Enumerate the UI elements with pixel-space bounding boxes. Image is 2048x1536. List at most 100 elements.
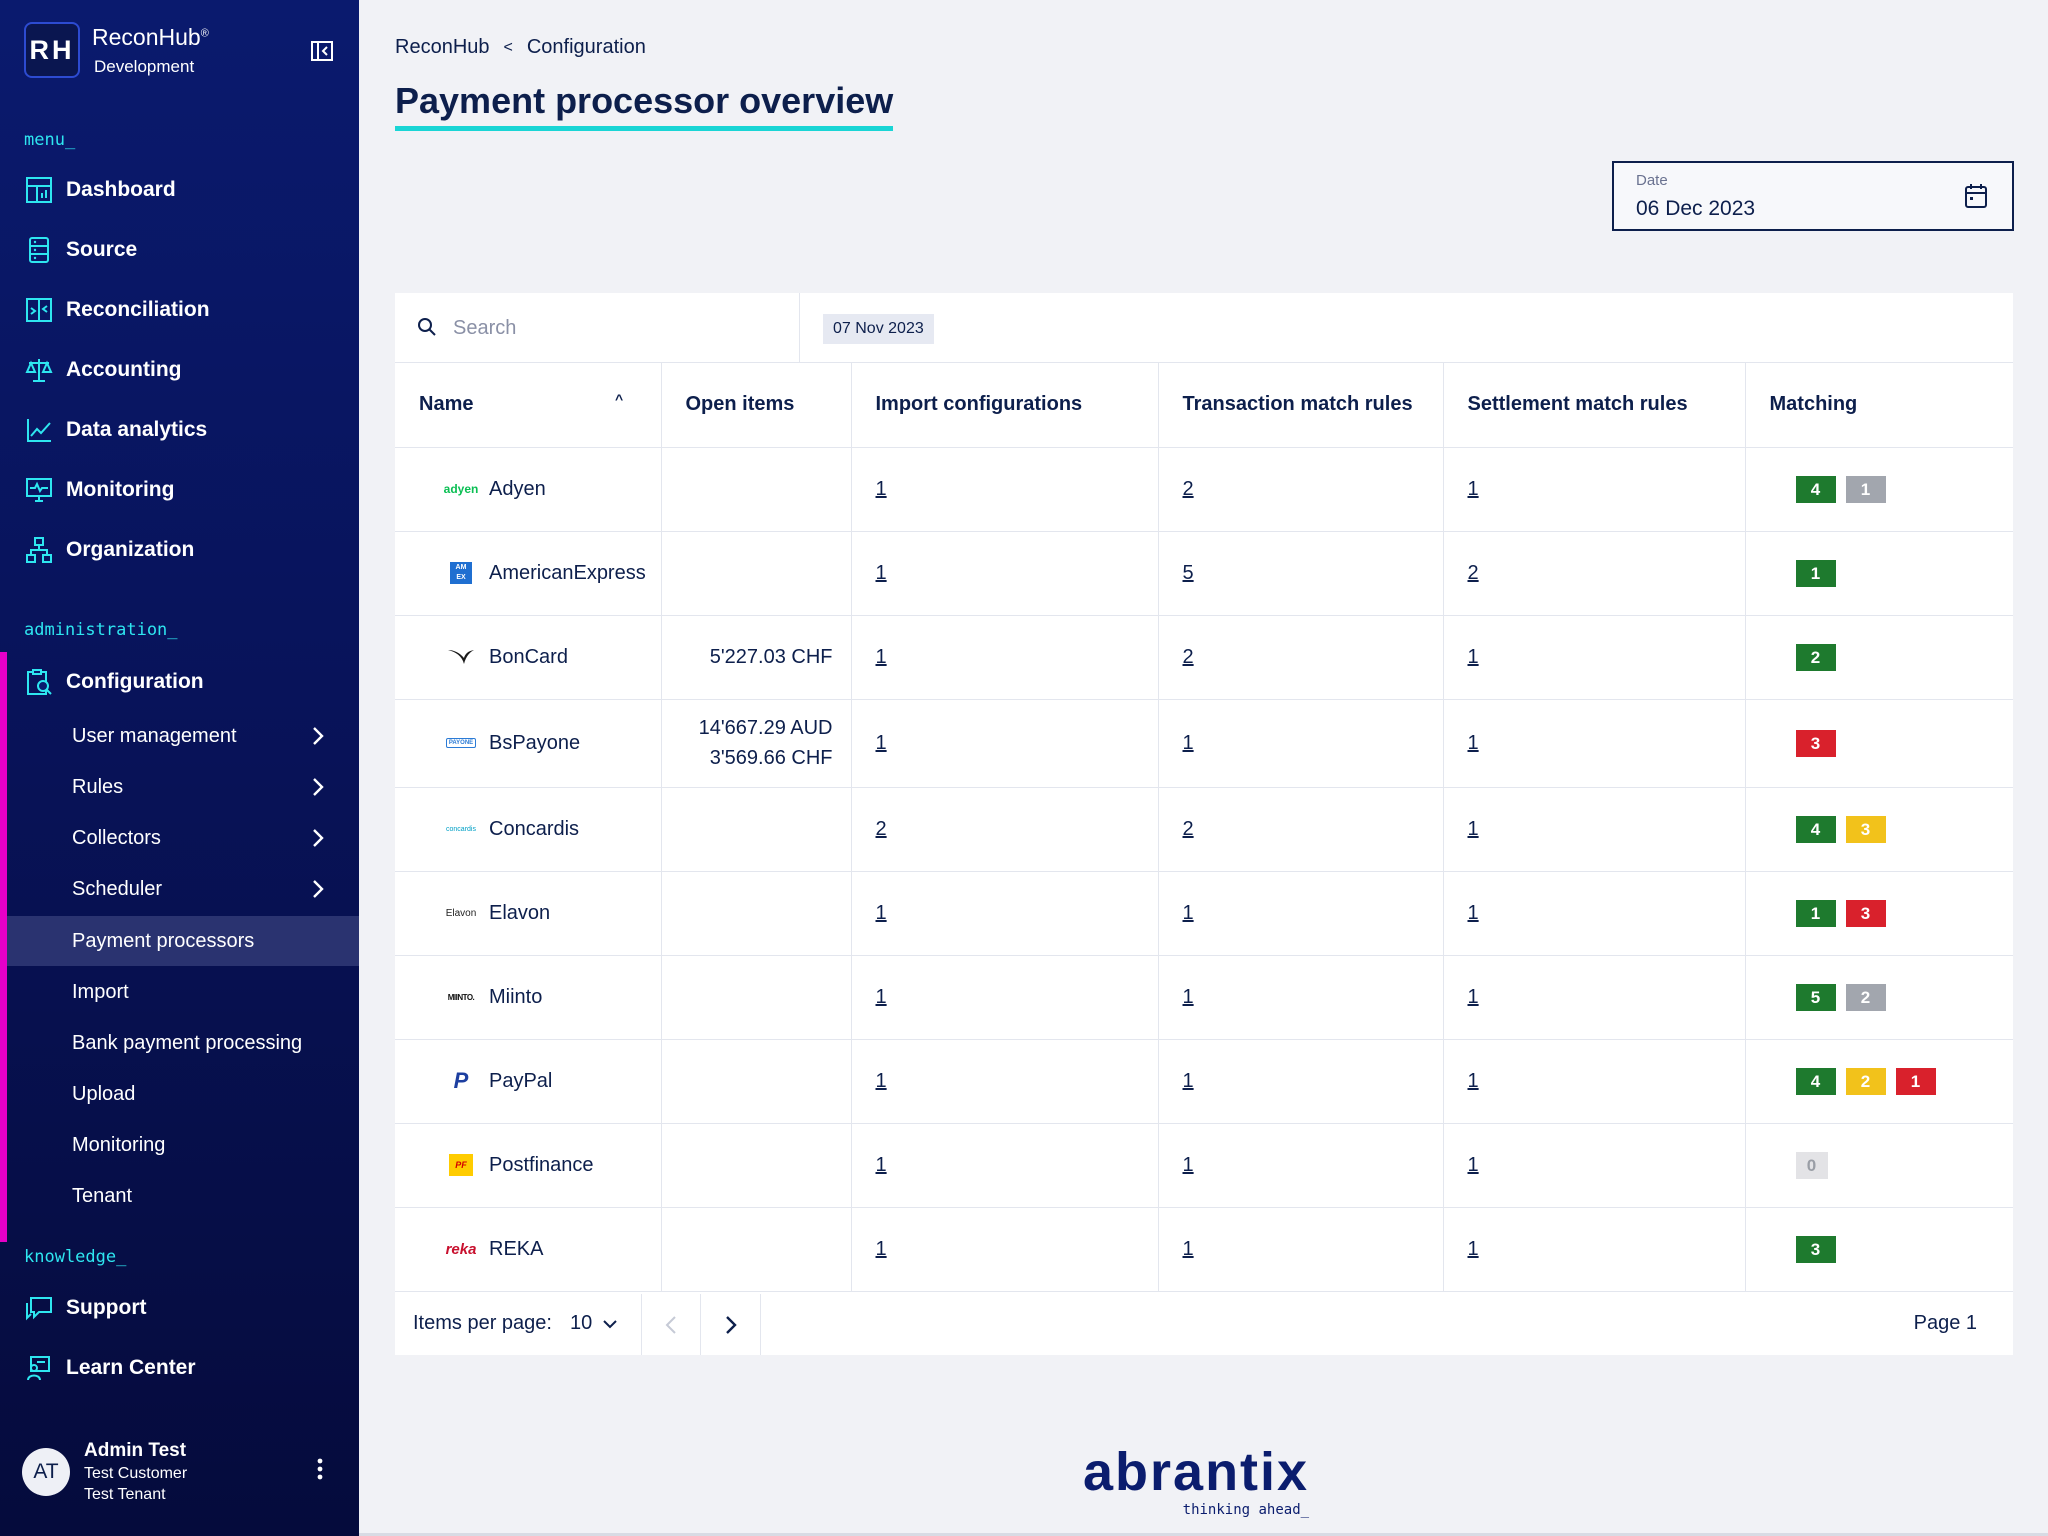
transaction-rules-link[interactable]: 2 — [1183, 646, 1194, 668]
transaction-rules-link[interactable]: 1 — [1183, 902, 1194, 924]
table-row[interactable]: BonCard 5'227.03 CHF 1 2 1 2 — [395, 615, 2013, 700]
sort-ascending-icon[interactable]: ^ — [615, 391, 623, 407]
settlement-rules-link[interactable]: 1 — [1468, 732, 1479, 754]
subnav-tenant[interactable]: Tenant — [72, 1174, 352, 1218]
subnav-rules[interactable]: Rules — [72, 765, 352, 809]
nav-source[interactable]: Source — [24, 230, 137, 270]
brand[interactable]: RH ReconHub® Development — [24, 22, 209, 78]
import-config-link[interactable]: 1 — [876, 732, 887, 754]
date-value[interactable]: 06 Dec 2023 — [1636, 197, 1755, 221]
table-row[interactable]: Elavon Elavon 1 1 1 13 — [395, 871, 2013, 956]
table-row[interactable]: PF Postfinance 1 1 1 0 — [395, 1123, 2013, 1208]
subnav-payment-processors[interactable]: Payment processors — [72, 919, 352, 963]
processor-name[interactable]: BsPayone — [489, 732, 580, 755]
collapse-sidebar-icon[interactable] — [310, 40, 334, 62]
transaction-rules-link[interactable]: 2 — [1183, 818, 1194, 840]
transaction-rules-link[interactable]: 1 — [1183, 732, 1194, 754]
table-row[interactable]: concardis Concardis 2 2 1 43 — [395, 787, 2013, 872]
import-config-link[interactable]: 1 — [876, 986, 887, 1008]
previous-page-button[interactable] — [641, 1294, 701, 1355]
import-config-link[interactable]: 1 — [876, 902, 887, 924]
breadcrumb-root[interactable]: ReconHub — [395, 36, 490, 59]
table-row[interactable]: MIINTO. Miinto 1 1 1 52 — [395, 955, 2013, 1040]
settlement-rules-link[interactable]: 2 — [1468, 562, 1479, 584]
processor-name[interactable]: Adyen — [489, 478, 546, 501]
nav-reconciliation[interactable]: Reconciliation — [24, 290, 210, 330]
column-header-open-items[interactable]: Open items — [661, 363, 852, 448]
status-badge[interactable]: 3 — [1795, 729, 1836, 757]
import-config-link[interactable]: 1 — [876, 478, 887, 500]
nav-data-analytics[interactable]: Data analytics — [24, 410, 207, 450]
subnav-bank-payment-processing[interactable]: Bank payment processing — [72, 1021, 352, 1065]
date-filter-chip[interactable]: 07 Nov 2023 — [823, 314, 934, 344]
transaction-rules-link[interactable]: 1 — [1183, 1238, 1194, 1260]
date-picker[interactable]: Date 06 Dec 2023 — [1612, 161, 2014, 231]
user-profile[interactable]: AT Admin Test Test Customer Test Tenant — [22, 1440, 187, 1504]
column-header-settlement-match-rules[interactable]: Settlement match rules — [1443, 363, 1746, 448]
status-badge[interactable]: 1 — [1895, 1067, 1936, 1095]
subnav-collectors[interactable]: Collectors — [72, 816, 352, 860]
processor-name[interactable]: AmericanExpress — [489, 562, 646, 585]
nav-accounting[interactable]: Accounting — [24, 350, 182, 390]
status-badge[interactable]: 2 — [1795, 643, 1836, 671]
settlement-rules-link[interactable]: 1 — [1468, 1070, 1479, 1092]
table-row[interactable]: PAYONE BsPayone 14'667.29 AUD 3'569.66 CHF… — [395, 699, 2013, 788]
items-per-page-select[interactable]: 10 — [570, 1312, 618, 1335]
more-vertical-icon[interactable] — [312, 1456, 328, 1482]
status-badge[interactable]: 4 — [1795, 1067, 1836, 1095]
transaction-rules-link[interactable]: 1 — [1183, 986, 1194, 1008]
settlement-rules-link[interactable]: 1 — [1468, 646, 1479, 668]
calendar-icon[interactable] — [1964, 183, 1988, 209]
settlement-rules-link[interactable]: 1 — [1468, 902, 1479, 924]
import-config-link[interactable]: 1 — [876, 562, 887, 584]
status-badge[interactable]: 5 — [1795, 983, 1836, 1011]
table-row[interactable]: adyen Adyen 1 2 1 41 — [395, 447, 2013, 532]
status-badge[interactable]: 1 — [1845, 475, 1886, 503]
processor-name[interactable]: Postfinance — [489, 1154, 594, 1177]
transaction-rules-link[interactable]: 1 — [1183, 1154, 1194, 1176]
nav-learn-center[interactable]: Learn Center — [24, 1348, 196, 1388]
next-page-button[interactable] — [701, 1294, 761, 1355]
processor-name[interactable]: BonCard — [489, 646, 568, 669]
breadcrumb-current[interactable]: Configuration — [527, 36, 646, 59]
transaction-rules-link[interactable]: 2 — [1183, 478, 1194, 500]
transaction-rules-link[interactable]: 1 — [1183, 1070, 1194, 1092]
subnav-scheduler[interactable]: Scheduler — [72, 867, 352, 911]
status-badge[interactable]: 0 — [1795, 1151, 1828, 1179]
settlement-rules-link[interactable]: 1 — [1468, 1154, 1479, 1176]
settlement-rules-link[interactable]: 1 — [1468, 818, 1479, 840]
processor-name[interactable]: Miinto — [489, 986, 542, 1009]
column-header-transaction-match-rules[interactable]: Transaction match rules — [1158, 363, 1444, 448]
transaction-rules-link[interactable]: 5 — [1183, 562, 1194, 584]
nav-configuration[interactable]: Configuration — [24, 662, 204, 702]
status-badge[interactable]: 3 — [1845, 815, 1886, 843]
status-badge[interactable]: 1 — [1795, 899, 1836, 927]
processor-name[interactable]: REKA — [489, 1238, 543, 1261]
settlement-rules-link[interactable]: 1 — [1468, 1238, 1479, 1260]
subnav-user-management[interactable]: User management — [72, 714, 352, 758]
search-input[interactable] — [453, 313, 773, 343]
status-badge[interactable]: 4 — [1795, 475, 1836, 503]
column-header-import-configurations[interactable]: Import configurations — [851, 363, 1159, 448]
status-badge[interactable]: 3 — [1845, 899, 1886, 927]
processor-name[interactable]: Concardis — [489, 818, 579, 841]
subnav-monitoring[interactable]: Monitoring — [72, 1123, 352, 1167]
nav-organization[interactable]: Organization — [24, 530, 194, 570]
table-row[interactable]: AM EX AmericanExpress 1 5 2 1 — [395, 531, 2013, 616]
nav-monitoring[interactable]: Monitoring — [24, 470, 174, 510]
status-badge[interactable]: 1 — [1795, 559, 1836, 587]
import-config-link[interactable]: 1 — [876, 1154, 887, 1176]
status-badge[interactable]: 4 — [1795, 815, 1836, 843]
subnav-upload[interactable]: Upload — [72, 1072, 352, 1116]
column-header-name[interactable]: Name ^ — [395, 363, 662, 448]
nav-dashboard[interactable]: Dashboard — [24, 170, 176, 210]
status-badge[interactable]: 2 — [1845, 1067, 1886, 1095]
column-header-matching[interactable]: Matching — [1745, 363, 2013, 448]
status-badge[interactable]: 3 — [1795, 1235, 1836, 1263]
table-row[interactable]: reka REKA 1 1 1 3 — [395, 1207, 2013, 1292]
import-config-link[interactable]: 1 — [876, 1238, 887, 1260]
table-row[interactable]: P PayPal 1 1 1 421 — [395, 1039, 2013, 1124]
processor-name[interactable]: Elavon — [489, 902, 550, 925]
nav-support[interactable]: Support — [24, 1288, 146, 1328]
settlement-rules-link[interactable]: 1 — [1468, 478, 1479, 500]
